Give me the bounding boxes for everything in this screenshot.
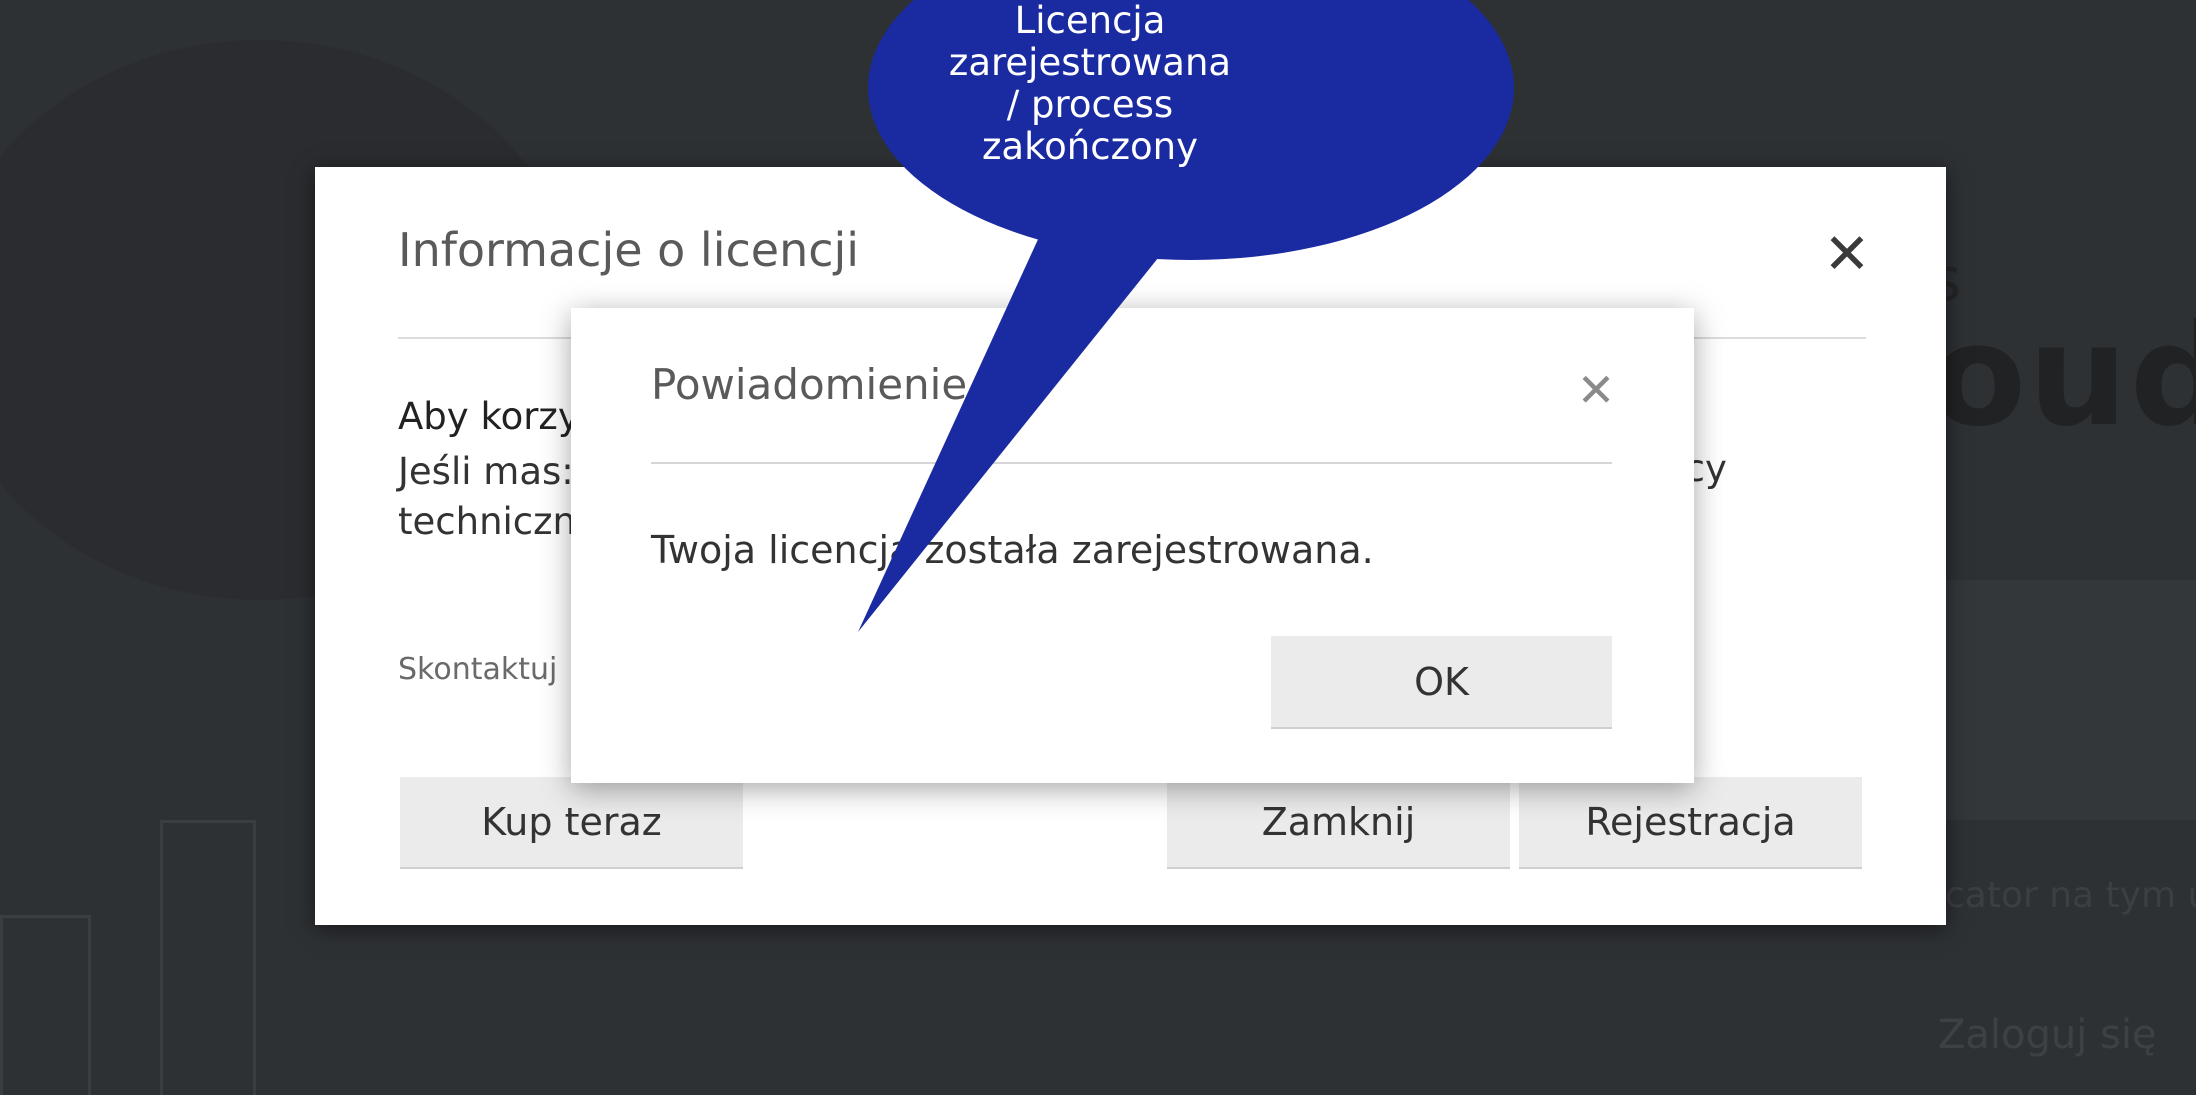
callout-bubble bbox=[858, 235, 1158, 632]
callout-text: Licencja zarejestrowana / process zakońc… bbox=[948, 0, 1232, 168]
